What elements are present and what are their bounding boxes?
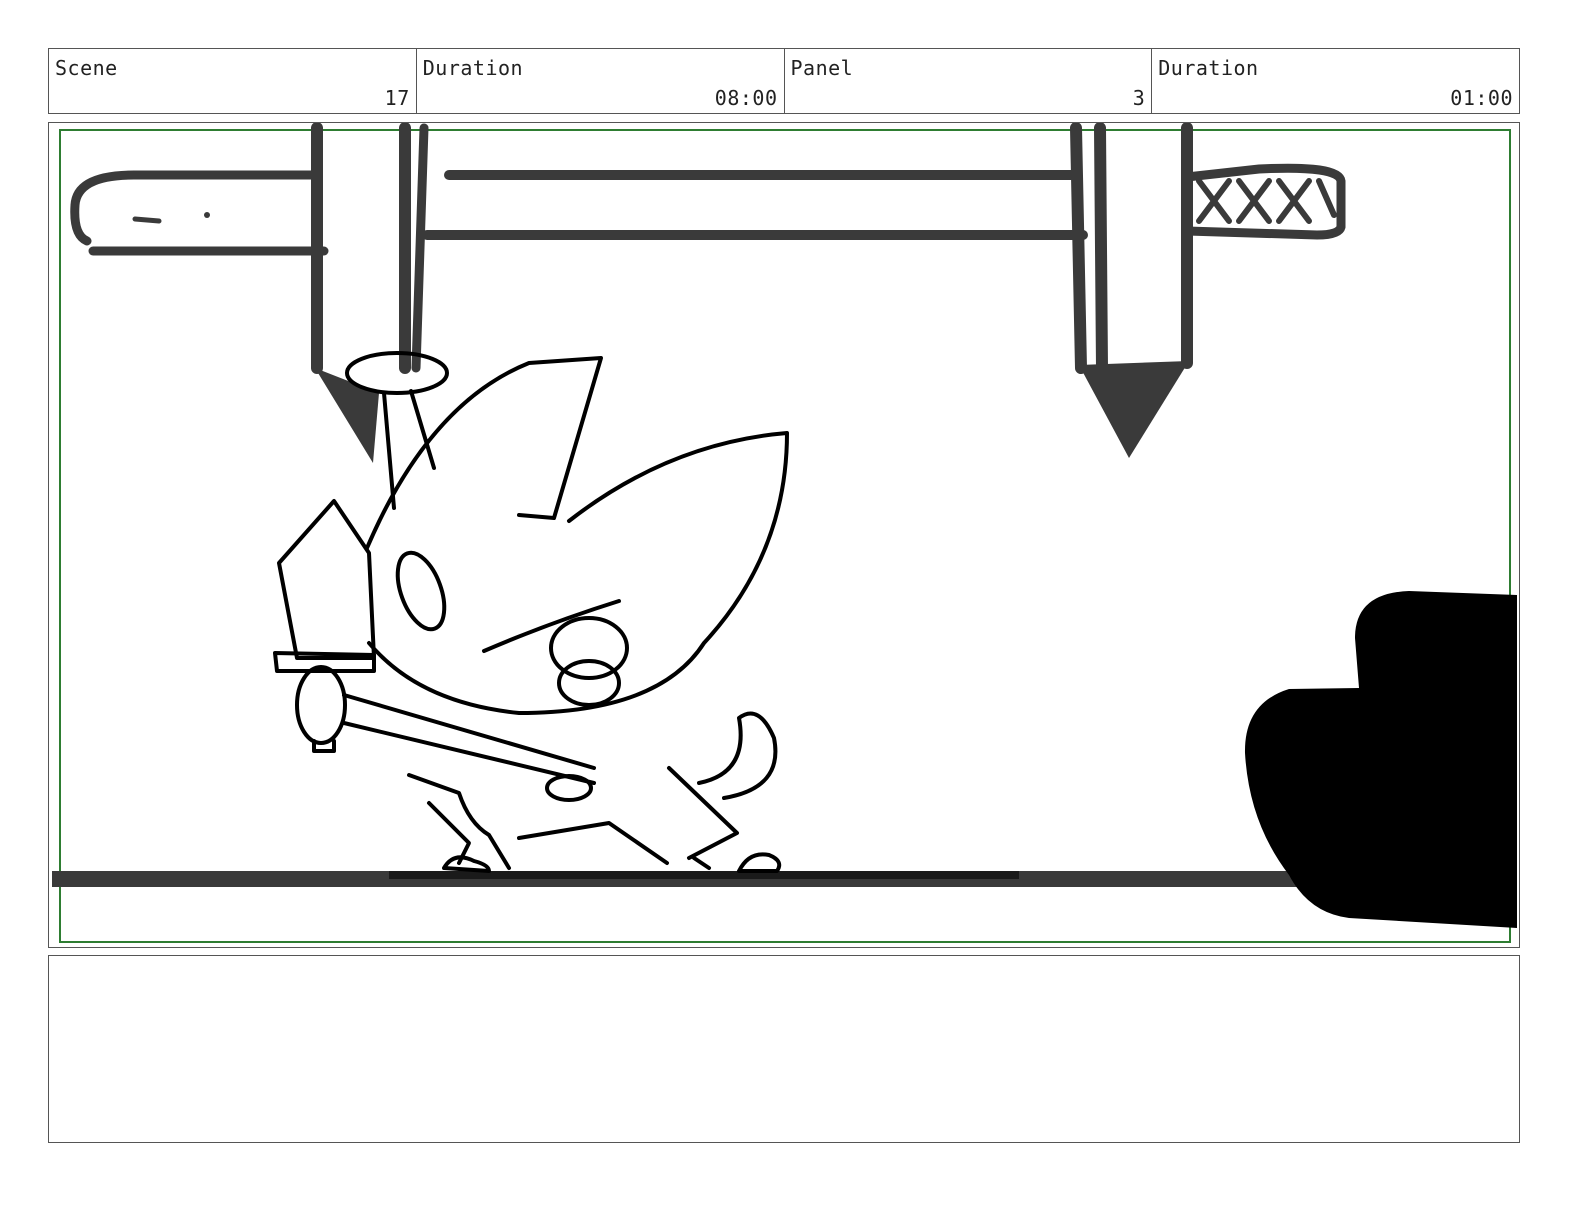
floor-line — [52, 871, 1352, 887]
panel-duration-cell: Duration 01:00 — [1152, 49, 1519, 113]
panel-label: Panel — [790, 56, 854, 80]
panel-notes[interactable] — [48, 955, 1520, 1143]
scene-label: Scene — [55, 56, 118, 80]
storyboard-panel[interactable] — [48, 122, 1520, 948]
panel-duration-label: Duration — [1158, 56, 1259, 80]
panel-duration-value[interactable]: 01:00 — [1450, 86, 1513, 110]
scene-cell: Scene 17 — [49, 49, 417, 113]
storyboard-header: Scene 17 Duration 08:00 Panel 3 Duration… — [48, 48, 1520, 114]
scene-duration-value[interactable]: 08:00 — [715, 86, 778, 110]
panel-sketch — [52, 123, 1517, 943]
character-sketch — [273, 351, 789, 873]
panel-cell: Panel 3 — [785, 49, 1153, 113]
scene-duration-cell: Duration 08:00 — [417, 49, 785, 113]
panel-number[interactable]: 3 — [1133, 86, 1146, 110]
background-structure — [70, 123, 1346, 374]
scene-number[interactable]: 17 — [385, 86, 410, 110]
scene-duration-label: Duration — [422, 56, 524, 80]
